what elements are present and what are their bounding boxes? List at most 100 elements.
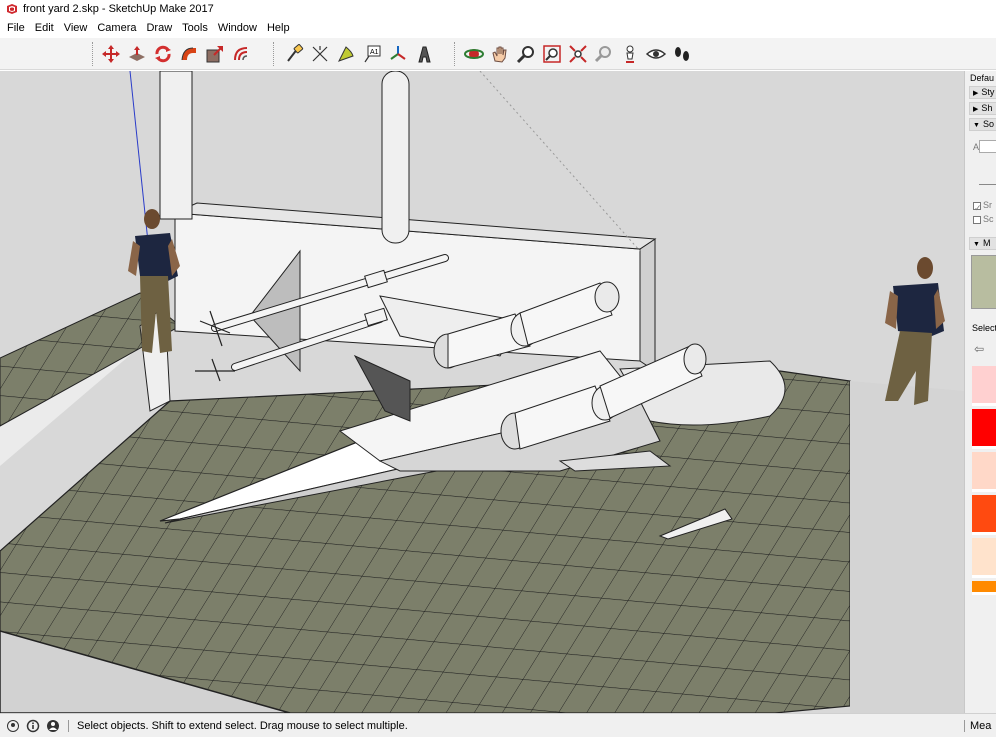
- zoom-window-tool-button[interactable]: [541, 42, 563, 66]
- scale-tool-button[interactable]: [204, 42, 226, 66]
- offset-icon: [234, 47, 248, 61]
- title-bar: front yard 2.skp - SketchUp Make 2017: [0, 0, 996, 18]
- zoom-extents-tool-button[interactable]: [567, 42, 589, 66]
- back-arrow-icon[interactable]: ⇦: [974, 342, 984, 356]
- rotate-icon: [155, 45, 171, 63]
- soften-coplanar-checkbox-row[interactable]: Sc: [973, 214, 994, 224]
- previous-view-icon: [594, 46, 611, 63]
- panel-soften-header[interactable]: ▼ So: [969, 118, 996, 131]
- construction-tools-group: A1: [283, 40, 439, 68]
- menu-tools[interactable]: Tools: [177, 22, 213, 34]
- tape-measure-tool-button[interactable]: [283, 42, 305, 66]
- position-camera-icon: [626, 45, 634, 63]
- current-material-swatch[interactable]: [971, 255, 996, 309]
- back-wall-end: [639, 238, 656, 372]
- text-tool-button[interactable]: A1: [361, 42, 383, 66]
- panel-shadows-header[interactable]: ▶ Sh: [969, 102, 996, 115]
- move-icon: [102, 45, 120, 63]
- menu-help[interactable]: Help: [262, 22, 295, 34]
- text-icon: A1: [364, 45, 381, 63]
- toolbar-separator: [454, 42, 455, 66]
- menu-edit[interactable]: Edit: [30, 22, 59, 34]
- status-bar: Select objects. Shift to extend select. …: [0, 713, 996, 737]
- edit-tools-group: [100, 40, 256, 68]
- status-hint: Select objects. Shift to extend select. …: [77, 719, 408, 732]
- pan-tool-button[interactable]: [489, 42, 511, 66]
- scene-canvas[interactable]: [0, 71, 964, 713]
- dimension-icon: [312, 46, 328, 62]
- panel-shadows-label: Sh: [981, 103, 993, 113]
- panel-materials-label: M: [982, 238, 991, 248]
- menu-window[interactable]: Window: [213, 22, 262, 34]
- user-account-icon[interactable]: [46, 719, 60, 733]
- pillar-right: [381, 71, 410, 244]
- panel-styles-header[interactable]: ▶ Sty: [969, 86, 996, 99]
- push-pull-icon: [129, 46, 145, 61]
- scale-icon: [206, 46, 223, 63]
- toolbar-separator: [273, 42, 274, 66]
- smooth-normals-label: Sr: [983, 200, 992, 210]
- status-divider: [68, 719, 69, 732]
- material-swatch[interactable]: [972, 452, 996, 492]
- measurements-label: Mea: [970, 720, 992, 732]
- panel-styles-label: Sty: [981, 87, 995, 97]
- dimension-tool-button[interactable]: [309, 42, 331, 66]
- window-title: front yard 2.skp - SketchUp Make 2017: [23, 3, 214, 15]
- panel-materials-header[interactable]: ▼ M: [969, 237, 996, 250]
- rotate-tool-button[interactable]: [152, 42, 174, 66]
- 3d-text-tool-button[interactable]: [413, 42, 435, 66]
- smooth-normals-checkbox[interactable]: ✓: [973, 201, 982, 213]
- offset-tool-button[interactable]: [230, 42, 252, 66]
- protractor-icon: [337, 46, 354, 62]
- menu-draw[interactable]: Draw: [141, 22, 177, 34]
- look-around-icon: [646, 49, 666, 59]
- material-swatch[interactable]: [972, 409, 996, 449]
- angle-input[interactable]: [979, 140, 996, 153]
- pillar-left: [159, 71, 193, 220]
- smooth-normals-checkbox-row[interactable]: ✓Sr: [973, 200, 992, 213]
- zoom-icon: [516, 46, 534, 64]
- pan-icon: [492, 46, 507, 63]
- zoom-window-icon: [543, 45, 561, 63]
- tape-measure-icon: [287, 44, 304, 62]
- axes-icon: [390, 46, 406, 60]
- menu-bar: File Edit View Camera Draw Tools Window …: [0, 18, 996, 38]
- 3d-text-icon: [418, 46, 431, 63]
- credits-info-icon[interactable]: [26, 719, 40, 733]
- position-camera-tool-button[interactable]: [619, 42, 641, 66]
- material-swatch[interactable]: [972, 495, 996, 535]
- geo-location-icon[interactable]: [6, 719, 20, 733]
- panel-soften-label: So: [982, 119, 994, 129]
- camera-tools-group: [463, 40, 697, 68]
- protractor-tool-button[interactable]: [335, 42, 357, 66]
- material-swatch[interactable]: [972, 581, 996, 595]
- model-viewport[interactable]: [0, 71, 964, 713]
- menu-file[interactable]: File: [2, 22, 30, 34]
- axes-tool-button[interactable]: [387, 42, 409, 66]
- menu-view[interactable]: View: [59, 22, 93, 34]
- default-tray: Defau ▶Sty ▶Sh ▼So Angle ✓Sr Sc ▼M Selec…: [964, 71, 996, 713]
- material-swatch[interactable]: [972, 366, 996, 406]
- tray-title: Defau: [970, 73, 995, 83]
- toolbar: A1: [0, 38, 996, 70]
- select-tab-label[interactable]: Select: [972, 323, 996, 333]
- soften-coplanar-checkbox[interactable]: [973, 215, 981, 224]
- toolbar-grip[interactable]: [92, 42, 93, 66]
- push-pull-tool-button[interactable]: [126, 42, 148, 66]
- zoom-tool-button[interactable]: [515, 42, 537, 66]
- soften-coplanar-label: Sc: [983, 214, 994, 224]
- angle-slider[interactable]: [979, 184, 996, 185]
- orbit-icon: [464, 49, 484, 59]
- zoom-extents-icon: [569, 45, 587, 63]
- menu-camera[interactable]: Camera: [92, 22, 141, 34]
- walk-tool-button[interactable]: [671, 42, 693, 66]
- move-tool-button[interactable]: [100, 42, 122, 66]
- right-ground: [850, 381, 964, 713]
- material-swatch[interactable]: [972, 538, 996, 578]
- sketchup-logo-icon: [7, 4, 17, 14]
- follow-me-tool-button[interactable]: [178, 42, 200, 66]
- orbit-tool-button[interactable]: [463, 42, 485, 66]
- previous-view-tool-button[interactable]: [593, 42, 615, 66]
- look-around-tool-button[interactable]: [645, 42, 667, 66]
- measurements-divider: [964, 720, 965, 732]
